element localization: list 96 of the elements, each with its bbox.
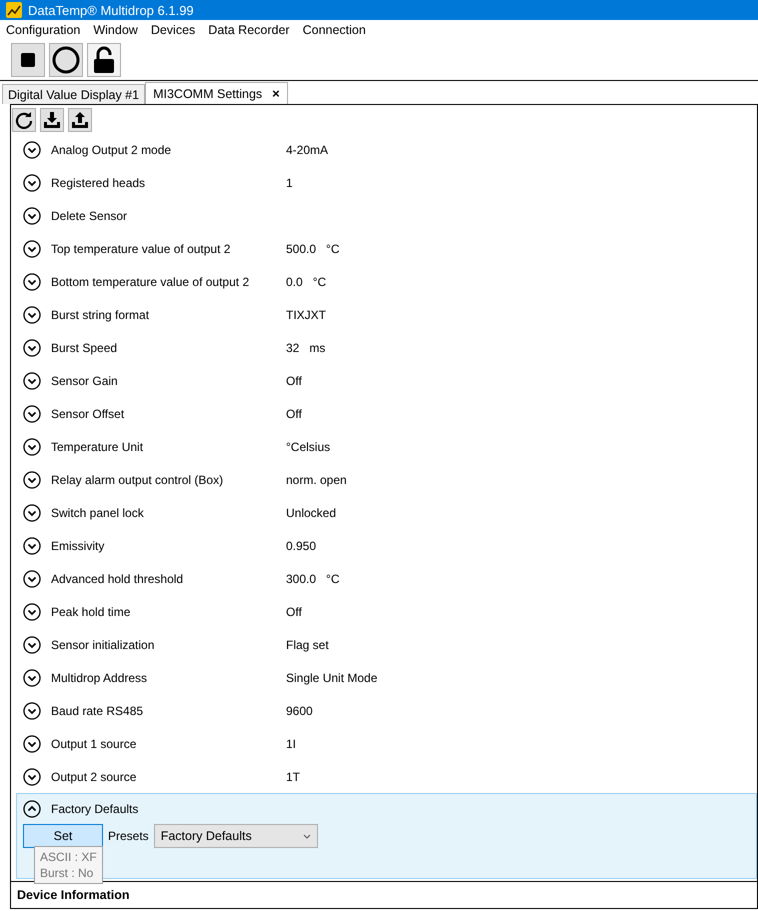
setting-label: Temperature Unit bbox=[51, 440, 144, 454]
setting-label: Bottom temperature value of output 2 bbox=[51, 275, 250, 290]
setting-value: 0.0 bbox=[286, 275, 303, 290]
unit-label: ms bbox=[309, 341, 326, 356]
presets-dropdown[interactable]: Factory Defaults bbox=[154, 824, 318, 848]
setting-label: Delete Sensor bbox=[51, 209, 128, 224]
refresh-icon bbox=[15, 111, 33, 129]
expand-chevron-icon[interactable] bbox=[23, 306, 41, 324]
upload-icon bbox=[71, 111, 89, 129]
setting-value: 1T bbox=[286, 770, 300, 784]
expand-chevron-icon[interactable] bbox=[23, 734, 41, 753]
setting-label: Emissivity bbox=[51, 538, 106, 553]
setting-value: 300.0 bbox=[286, 572, 316, 586]
unlocked-padlock-icon bbox=[93, 46, 115, 74]
menu-item[interactable]: Devices bbox=[150, 22, 196, 38]
tab[interactable]: MI3COMM Settings × bbox=[145, 82, 288, 104]
toolbar-button[interactable] bbox=[11, 43, 45, 77]
toolbar-button[interactable] bbox=[68, 108, 92, 132]
expand-chevron-icon[interactable] bbox=[23, 636, 41, 654]
setting-label: Baud rate RS485 bbox=[51, 704, 144, 718]
setting-label: Sensor initialization bbox=[51, 638, 156, 652]
setting-value: 500.0 bbox=[286, 242, 316, 256]
expand-chevron-icon[interactable] bbox=[23, 438, 41, 456]
stop-icon bbox=[20, 52, 36, 68]
setting-label: Advanced hold threshold bbox=[51, 572, 184, 586]
setting-label: Burst Speed bbox=[51, 341, 118, 356]
window-title: DataTemp® Multidrop 6.1.99 bbox=[28, 2, 194, 18]
expand-chevron-icon[interactable] bbox=[23, 405, 41, 424]
expand-chevron-icon[interactable] bbox=[23, 372, 41, 390]
setting-value: Unlocked bbox=[286, 506, 336, 520]
expand-chevron-icon[interactable] bbox=[23, 702, 41, 720]
setting-label: Factory Defaults bbox=[51, 802, 138, 816]
unit-label: °C bbox=[312, 275, 326, 290]
toolbar-button[interactable] bbox=[49, 43, 83, 77]
setting-label: Burst string format bbox=[51, 308, 150, 322]
circle-icon bbox=[52, 46, 80, 74]
download-icon bbox=[43, 111, 61, 129]
tab-label: Digital Value Display #1 bbox=[8, 88, 140, 102]
expand-chevron-icon[interactable] bbox=[23, 602, 41, 621]
expand-chevron-icon[interactable] bbox=[23, 207, 41, 226]
menu-item[interactable]: Connection bbox=[302, 22, 366, 38]
setting-value: Flag set bbox=[286, 638, 329, 652]
setting-label: Sensor Offset bbox=[51, 407, 126, 422]
expand-chevron-icon[interactable] bbox=[23, 471, 41, 489]
setting-value: norm. open bbox=[286, 473, 347, 487]
setting-value: TIXJXT bbox=[286, 308, 326, 322]
expand-chevron-icon[interactable] bbox=[23, 273, 41, 292]
menu-item[interactable]: Window bbox=[93, 22, 138, 38]
setting-value: °Celsius bbox=[286, 440, 330, 454]
tab[interactable]: Digital Value Display #1 bbox=[2, 84, 146, 104]
expand-chevron-icon[interactable] bbox=[23, 339, 41, 358]
setting-value: 0.950 bbox=[286, 538, 316, 553]
expand-chevron-icon[interactable] bbox=[23, 141, 41, 160]
setting-label: Analog Output 2 mode bbox=[51, 143, 172, 158]
expand-chevron-icon[interactable] bbox=[23, 240, 41, 258]
setting-value: 4-20mA bbox=[286, 143, 328, 158]
section-header: Device Information bbox=[11, 880, 757, 908]
unit-label: °C bbox=[326, 242, 340, 256]
tab-label: MI3COMM Settings bbox=[153, 86, 262, 100]
close-icon[interactable]: × bbox=[272, 86, 280, 101]
expand-chevron-icon[interactable] bbox=[23, 174, 41, 192]
setting-label: Multidrop Address bbox=[51, 670, 148, 685]
expand-chevron-icon[interactable] bbox=[23, 570, 41, 588]
expand-chevron-icon[interactable] bbox=[23, 536, 41, 555]
set-button[interactable]: Set bbox=[23, 824, 103, 848]
caret-icon bbox=[302, 834, 311, 839]
tooltip-line: Burst : No bbox=[40, 865, 94, 882]
setting-label: Relay alarm output control (Box) bbox=[51, 473, 224, 487]
setting-value: 1 bbox=[286, 176, 293, 190]
chart-logo-icon bbox=[6, 2, 22, 18]
setting-value: 9600 bbox=[286, 704, 313, 718]
toolbar-button[interactable] bbox=[87, 43, 121, 77]
tooltip-line: ASCII : XF bbox=[40, 849, 97, 866]
setting-label: Registered heads bbox=[51, 176, 146, 190]
expand-chevron-icon[interactable] bbox=[23, 504, 41, 522]
setting-value: Off bbox=[286, 374, 302, 388]
setting-value: 1I bbox=[286, 736, 296, 751]
setting-value: Single Unit Mode bbox=[286, 670, 378, 685]
setting-value: 32 bbox=[286, 341, 300, 356]
setting-label: Switch panel lock bbox=[51, 506, 145, 520]
expand-chevron-icon[interactable] bbox=[23, 768, 41, 786]
collapse-chevron-icon[interactable] bbox=[23, 800, 41, 818]
menu-item[interactable]: Configuration bbox=[6, 22, 80, 38]
unit-label: °C bbox=[326, 572, 340, 586]
toolbar-button[interactable] bbox=[40, 108, 64, 132]
setting-label: Sensor Gain bbox=[51, 374, 119, 388]
setting-value: Off bbox=[286, 407, 302, 422]
setting-label: Peak hold time bbox=[51, 604, 132, 619]
setting-label: Output 2 source bbox=[51, 770, 138, 784]
setting-label: Output 1 source bbox=[51, 736, 138, 751]
setting-label: Top temperature value of output 2 bbox=[51, 242, 232, 256]
expand-chevron-icon[interactable] bbox=[23, 668, 41, 687]
presets-label: Presets bbox=[108, 829, 149, 844]
menu-item[interactable]: Data Recorder bbox=[208, 22, 290, 38]
toolbar-button[interactable] bbox=[12, 108, 36, 132]
setting-value: Off bbox=[286, 604, 302, 619]
